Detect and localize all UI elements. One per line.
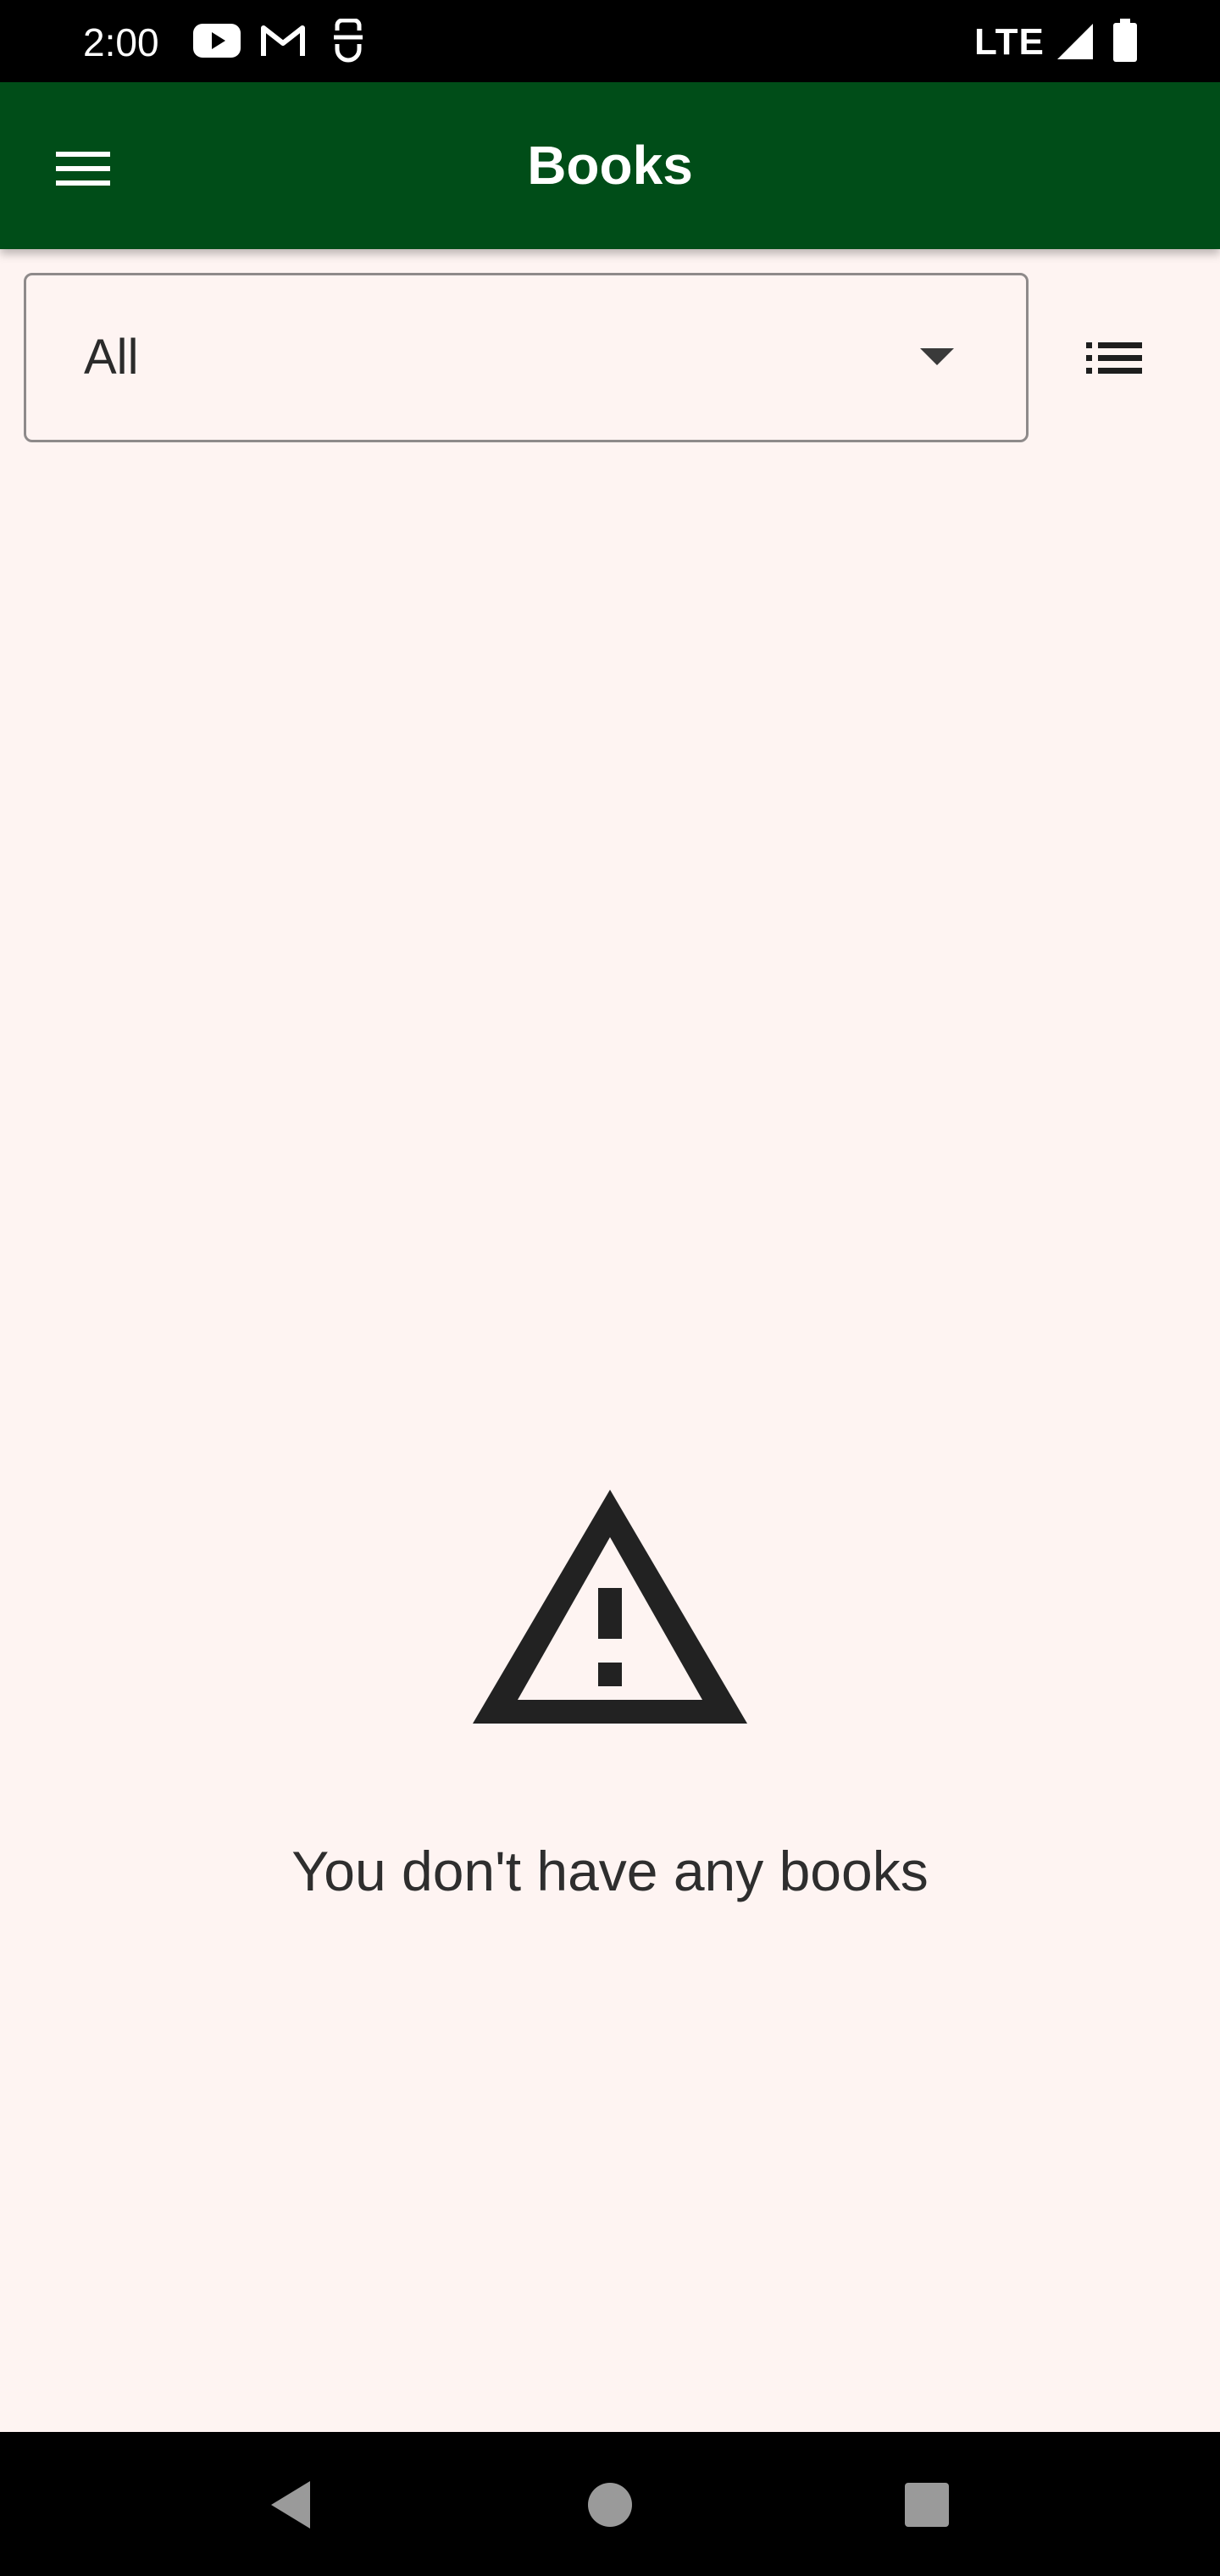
app-bar: Books [0,82,1220,249]
back-icon [249,2462,334,2547]
menu-button[interactable] [32,126,117,204]
back-button[interactable] [249,2462,334,2547]
recents-button[interactable] [884,2462,969,2547]
status-time: 2:00 [83,20,159,64]
recents-icon [884,2462,969,2547]
view-toggle-button[interactable] [1068,315,1161,400]
list-view-icon [1086,341,1142,380]
network-type: LTE [974,21,1045,63]
page-title: Books [527,135,693,196]
system-nav-bar [0,2432,1220,2576]
warning-icon [471,1488,749,1729]
notification-app-icon [330,18,366,67]
hamburger-menu-icon [56,150,110,192]
empty-state-message: You don't have any books [291,1840,929,1902]
signal-icon [1056,22,1095,65]
status-bar: 2:00 LTE [0,0,1220,82]
battery-icon [1112,19,1139,67]
filter-selected-value: All [84,330,139,385]
gmail-icon [259,22,307,64]
home-icon [568,2462,652,2547]
home-button[interactable] [568,2462,652,2547]
youtube-icon [191,22,242,64]
dropdown-arrow-icon [920,348,954,371]
filter-dropdown[interactable]: All [24,273,1029,442]
